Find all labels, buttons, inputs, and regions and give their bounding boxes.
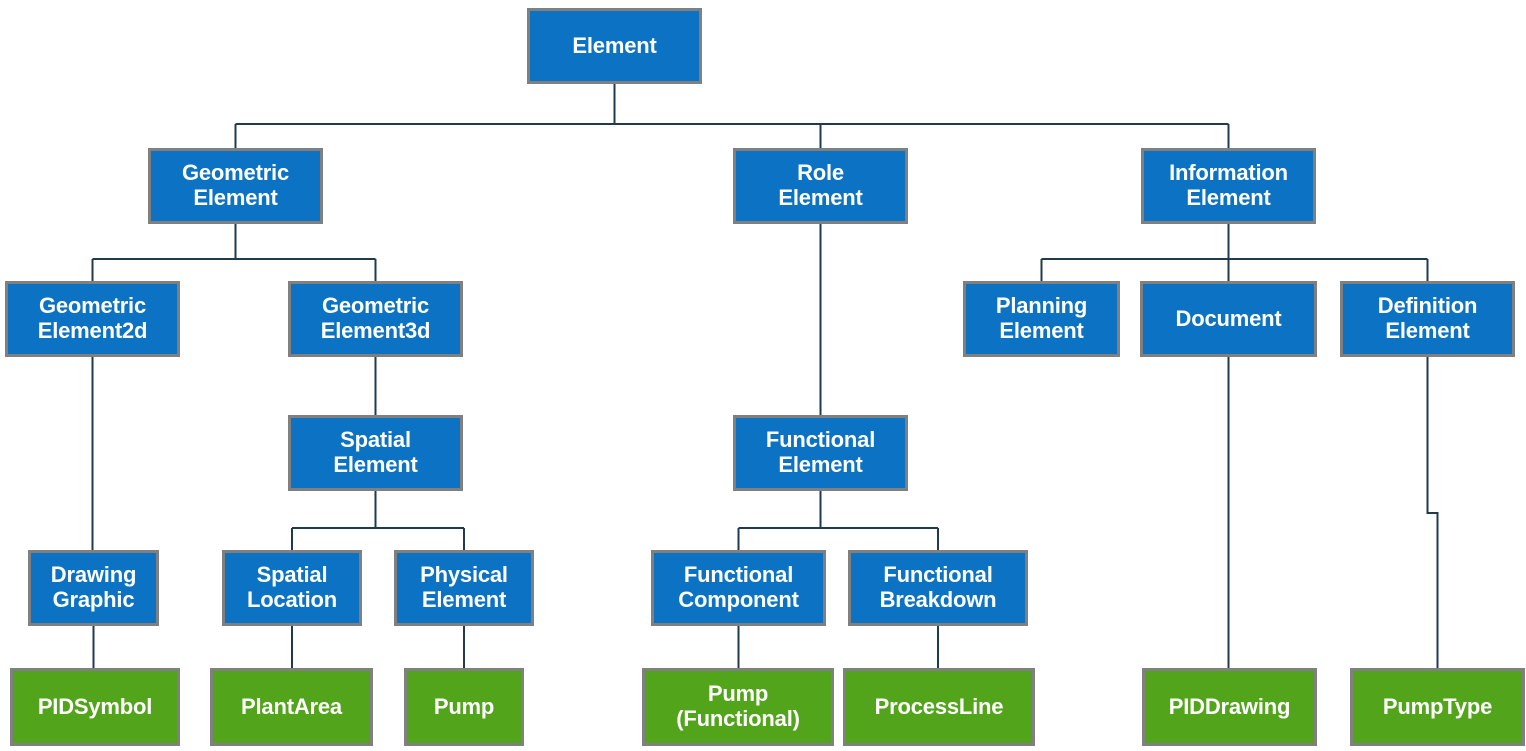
- node-plant_area[interactable]: PlantArea: [210, 668, 373, 746]
- node-label-element: Element: [572, 32, 657, 58]
- node-label-plant_area: PlantArea: [241, 693, 342, 719]
- node-label-functional_element: Functional Element: [765, 427, 876, 477]
- node-label-drawing_graphic: Drawing Graphic: [50, 562, 137, 612]
- node-process_line[interactable]: ProcessLine: [843, 668, 1035, 746]
- node-label-planning_element: Planning Element: [995, 293, 1088, 343]
- node-pump[interactable]: Pump: [404, 668, 524, 746]
- node-definition_element[interactable]: Definition Element: [1340, 281, 1515, 357]
- node-label-process_line: ProcessLine: [874, 693, 1004, 719]
- node-label-pump: Pump: [433, 693, 495, 719]
- connector-layer: [91, 84, 1439, 668]
- node-label-role_element: Role Element: [778, 160, 863, 210]
- node-label-information_element: Information Element: [1169, 160, 1288, 210]
- node-label-pid_symbol: PIDSymbol: [37, 693, 153, 719]
- node-geometric_element_3d[interactable]: Geometric Element3d: [288, 281, 463, 357]
- node-pump_type[interactable]: PumpType: [1350, 668, 1525, 746]
- node-pid_drawing[interactable]: PIDDrawing: [1142, 668, 1317, 746]
- node-functional_element[interactable]: Functional Element: [733, 415, 908, 491]
- node-label-functional_breakdown: Functional Breakdown: [879, 562, 997, 612]
- node-drawing_graphic[interactable]: Drawing Graphic: [28, 550, 159, 626]
- node-label-pid_drawing: PIDDrawing: [1168, 693, 1291, 719]
- connector-definition_element-pump_type: [1426, 357, 1439, 668]
- node-spatial_location[interactable]: Spatial Location: [222, 550, 362, 626]
- node-geometric_element[interactable]: Geometric Element: [148, 148, 323, 224]
- node-label-geometric_element: Geometric Element: [181, 160, 290, 210]
- node-element[interactable]: Element: [527, 8, 702, 84]
- node-physical_element[interactable]: Physical Element: [394, 550, 534, 626]
- node-information_element[interactable]: Information Element: [1141, 148, 1316, 224]
- node-pump_functional[interactable]: Pump (Functional): [642, 668, 834, 746]
- node-functional_breakdown[interactable]: Functional Breakdown: [848, 550, 1028, 626]
- node-label-spatial_location: Spatial Location: [246, 562, 338, 612]
- node-label-definition_element: Definition Element: [1377, 293, 1478, 343]
- element-hierarchy-diagram: Element Geometric Element Role Element Info…: [0, 0, 1526, 751]
- node-label-physical_element: Physical Element: [420, 562, 508, 612]
- node-label-document: Document: [1175, 305, 1282, 331]
- node-label-geometric_element_3d: Geometric Element3d: [320, 293, 431, 343]
- node-geometric_element_2d[interactable]: Geometric Element2d: [5, 281, 180, 357]
- node-label-functional_component: Functional Component: [678, 562, 799, 612]
- node-spatial_element[interactable]: Spatial Element: [288, 415, 463, 491]
- node-label-spatial_element: Spatial Element: [333, 427, 418, 477]
- node-role_element[interactable]: Role Element: [733, 148, 908, 224]
- node-functional_component[interactable]: Functional Component: [651, 550, 826, 626]
- node-pid_symbol[interactable]: PIDSymbol: [10, 668, 180, 746]
- node-label-pump_functional: Pump (Functional): [676, 681, 800, 731]
- node-label-geometric_element_2d: Geometric Element2d: [37, 293, 148, 343]
- node-document[interactable]: Document: [1140, 281, 1317, 357]
- node-label-pump_type: PumpType: [1382, 693, 1493, 719]
- node-planning_element[interactable]: Planning Element: [963, 281, 1120, 357]
